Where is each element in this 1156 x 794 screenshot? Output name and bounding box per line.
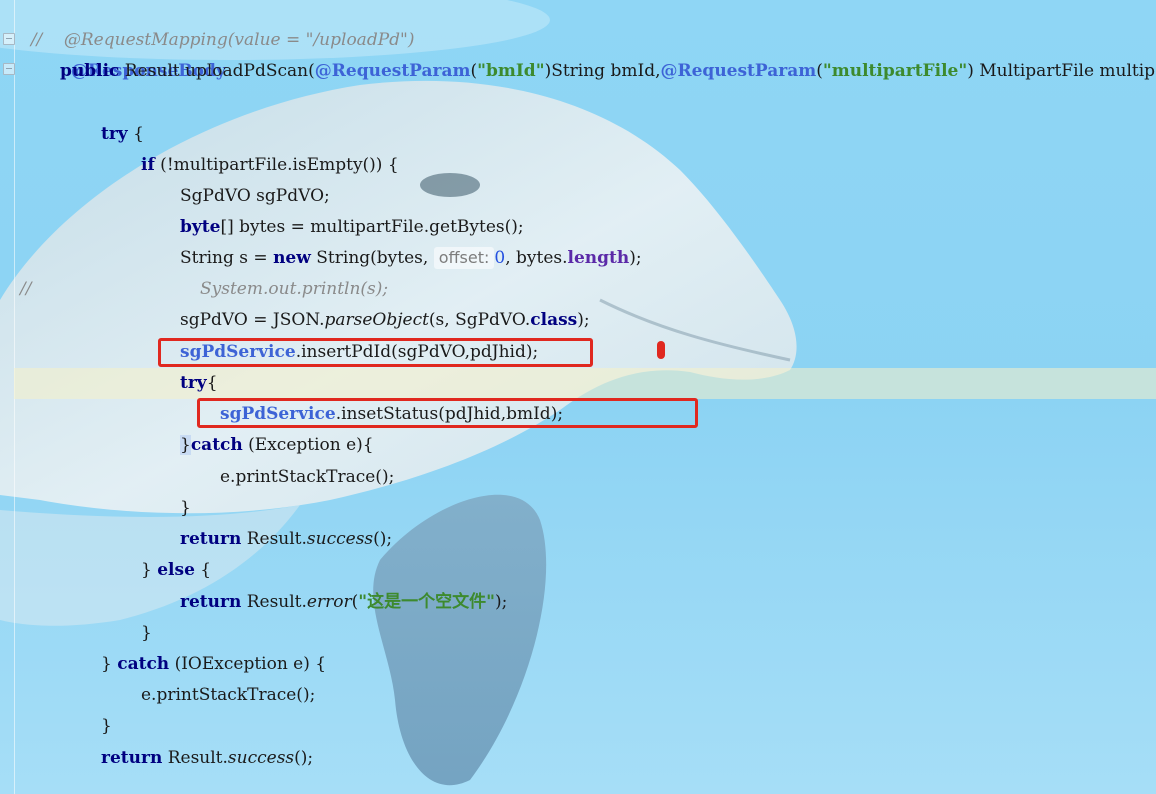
code-line: }catch (Exception e){ [180,435,374,455]
highlight-box-insert-pdid [158,338,593,367]
code-line: } [141,623,152,643]
code-line: @ResponseBody [70,61,226,81]
code-line: try { [101,124,144,144]
code-line: public Result uploadPdScan(@RequestParam… [60,61,1156,81]
editor-gutter [0,0,15,794]
code-line: return Result.success(); [101,748,314,768]
code-line: // [20,279,32,299]
code-line: return Result.error("这是一个空文件"); [180,592,508,612]
fold-icon[interactable] [3,33,15,45]
code-line: byte[] bytes = multipartFile.getBytes(); [180,217,524,237]
code-line: System.out.println(s); [200,279,389,299]
code-line: sgPdVO = JSON.parseObject(s, SgPdVO.clas… [180,310,590,330]
red-marker [657,341,665,359]
code-line: e.printStackTrace(); [141,685,316,705]
fold-icon[interactable] [3,63,15,75]
code-line: if (!multipartFile.isEmpty()) { [141,155,399,175]
code-line: SgPdVO sgPdVO; [180,186,330,206]
code-line: String s = new String(bytes, offset: 0, b… [180,247,642,269]
code-line: // @RequestMapping(value = "/uploadPd") [30,30,415,50]
code-line: } [180,498,191,518]
code-line: } else { [141,560,212,580]
parameter-hint: offset: [433,247,495,269]
code-line: } catch (IOException e) { [101,654,327,674]
code-line: try{ [180,373,218,393]
code-line: return Result.success(); [180,529,393,549]
code-line: e.printStackTrace(); [220,467,395,487]
highlight-box-inset-status [197,398,698,428]
code-line: } [101,716,112,736]
